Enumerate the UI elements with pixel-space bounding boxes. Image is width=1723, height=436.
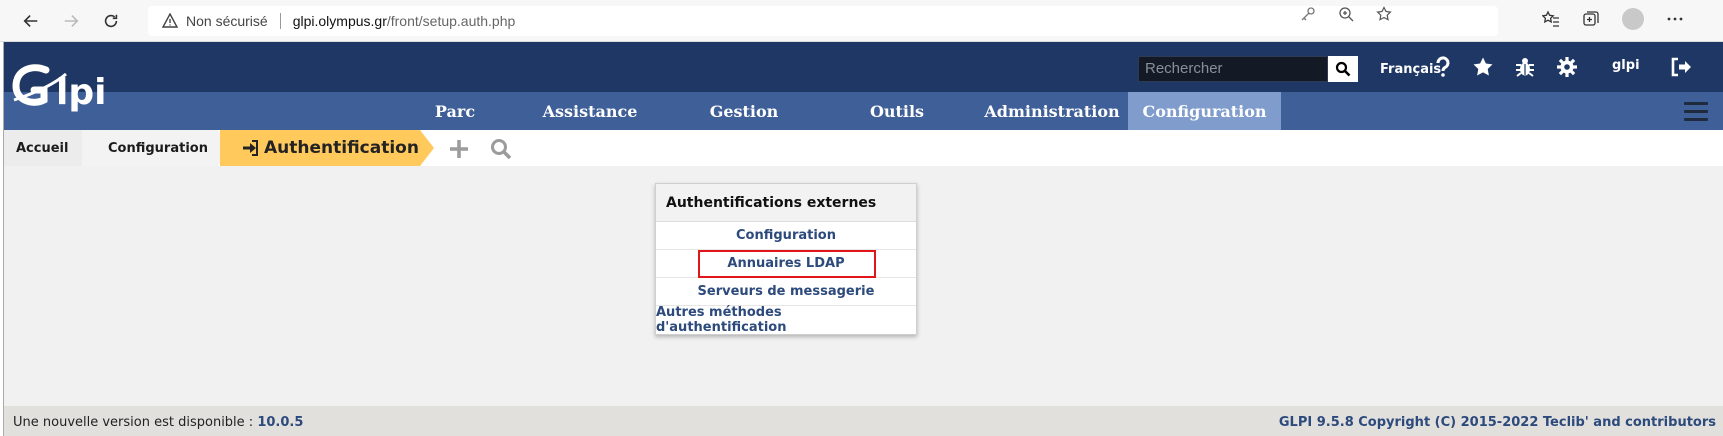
search-button[interactable] [1328,56,1358,82]
search-input[interactable]: Rechercher [1138,56,1328,82]
address-separator [279,13,281,29]
address-icons [1300,6,1392,22]
reload-icon[interactable] [98,8,124,34]
breadcrumb-current[interactable]: Authentification [220,130,420,166]
menu-assistance[interactable]: Assistance [527,92,653,130]
sign-in-icon [243,140,258,156]
glpi-logo[interactable]: lpi [12,60,132,120]
back-arrow-icon[interactable] [18,8,44,34]
logo-text: lpi [56,72,106,113]
panel-title: Authentifications externes [656,184,916,222]
link-ldap-directories[interactable]: Annuaires LDAP [656,250,916,278]
hamburger-menu-icon[interactable] [1684,99,1708,123]
address-bar[interactable]: Non sécurisé glpi.olympus.gr/front/setup… [148,6,1498,36]
profile-avatar-icon[interactable] [1622,8,1644,30]
breadcrumb-current-label: Authentification [264,138,419,158]
bug-icon[interactable] [1512,52,1538,82]
star-icon[interactable] [1470,52,1496,82]
main-content: Authentifications externes Configuration… [4,166,1723,406]
external-auth-panel: Authentifications externes Configuration… [655,183,917,335]
browser-actions [1542,8,1684,32]
zoom-in-icon[interactable] [1338,6,1354,22]
link-configuration[interactable]: Configuration [656,222,916,250]
url-text: glpi.olympus.gr/front/setup.auth.php [292,13,516,29]
search-icon [1335,61,1351,77]
menu-outils[interactable]: Outils [850,92,944,130]
footer: Une nouvelle version est disponible : 10… [4,406,1723,436]
browser-toolbar: Non sécurisé glpi.olympus.gr/front/setup… [0,0,1723,42]
menu-administration[interactable]: Administration [979,92,1125,130]
new-version-notice: Une nouvelle version est disponible : 10… [13,415,303,430]
forward-arrow-icon[interactable] [58,8,84,34]
new-version-text: Une nouvelle version est disponible : [13,415,254,430]
gear-icon[interactable] [1554,52,1580,82]
breadcrumb-configuration[interactable]: Configuration [82,130,218,166]
new-version-link[interactable]: 10.0.5 [257,415,303,430]
link-mail-servers[interactable]: Serveurs de messagerie [656,278,916,306]
user-name[interactable]: glpi [1612,58,1640,73]
breadcrumb: Accueil Configuration Authentification [4,130,1723,166]
key-icon[interactable] [1300,6,1316,22]
collections-icon[interactable] [1582,10,1600,28]
menu-parc[interactable]: Parc [402,92,508,130]
glpi-app: lpi Rechercher Français glpi Parc Assist… [3,42,1723,436]
favorites-icon[interactable] [1542,10,1560,28]
more-menu-icon[interactable] [1666,10,1684,28]
logout-icon[interactable] [1668,52,1694,82]
copyright-link[interactable]: GLPI 9.5.8 Copyright (C) 2015-2022 Tecli… [1279,415,1716,430]
breadcrumb-separator [420,130,434,166]
header-top-bar [4,42,1723,92]
menu-configuration[interactable]: Configuration [1128,92,1281,130]
menu-gestion[interactable]: Gestion [692,92,796,130]
add-favorite-icon[interactable] [1376,6,1392,22]
help-icon[interactable] [1430,52,1456,82]
add-icon[interactable] [448,138,470,160]
highlight-annotation [698,250,876,278]
warning-icon [162,13,178,28]
link-other-auth-methods[interactable]: Autres méthodes d'authentification [656,305,916,335]
insecure-label: Non sécurisé [186,13,268,29]
breadcrumb-home[interactable]: Accueil [4,130,82,166]
search-icon[interactable] [490,138,512,160]
